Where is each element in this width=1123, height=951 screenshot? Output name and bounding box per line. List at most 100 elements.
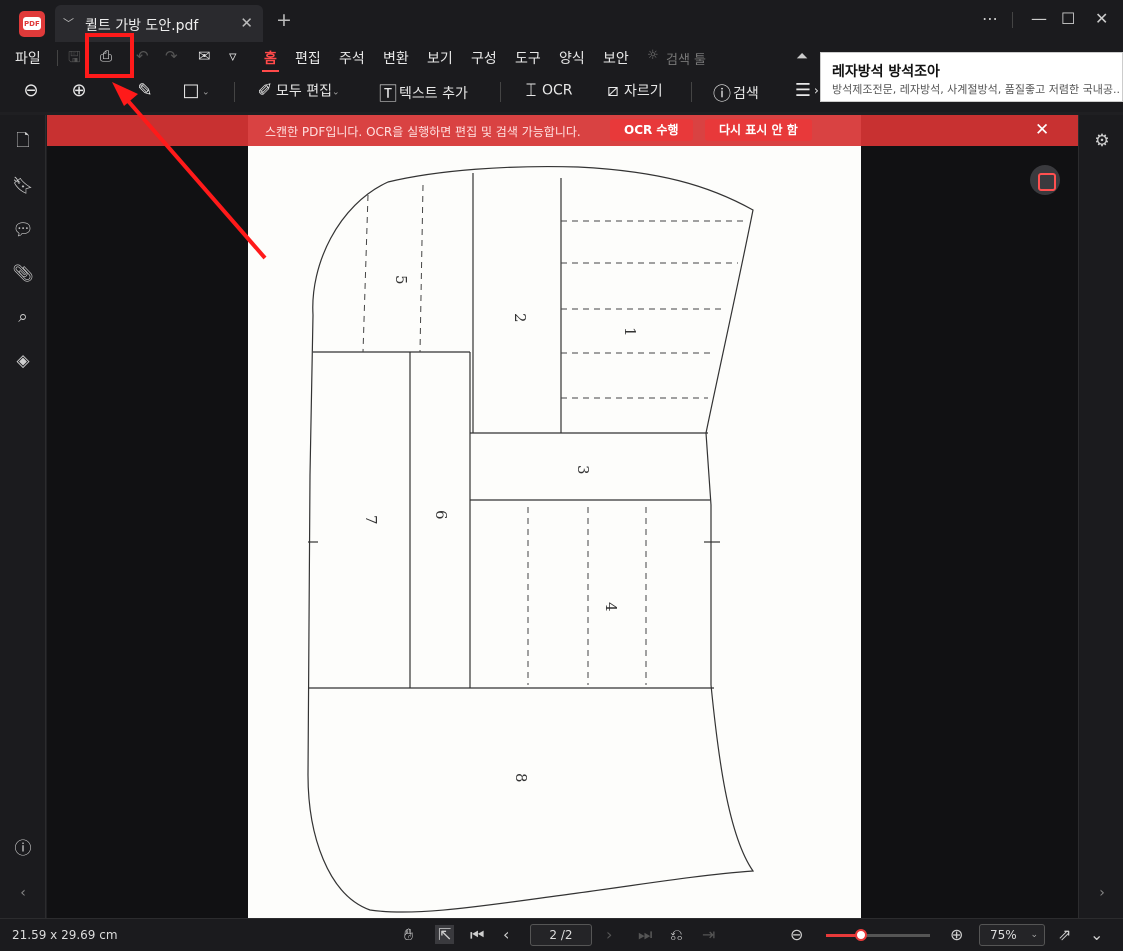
status-bar: 21.59 x 29.69 cm ✋︎ ⇱ ⏮︎ ‹ 2 /2 › ⏭︎ ⎌ ⇥… (0, 918, 1123, 951)
menu-view[interactable]: 보기 (427, 48, 453, 68)
search-label: 검색 (733, 86, 759, 102)
search-panel-icon[interactable]: ⌕ (12, 306, 34, 328)
chevron-down-icon: ⌄ (202, 87, 210, 98)
highlighter-button[interactable]: ✎ (134, 80, 156, 101)
menu-edit[interactable]: 편집 (295, 48, 321, 68)
zoom-in-status-icon[interactable]: ⊕ (950, 925, 963, 944)
close-banner-icon[interactable]: ✕ (1035, 120, 1049, 140)
zoom-out-status-icon[interactable]: ⊖ (790, 925, 803, 944)
chevron-right-icon: › (814, 83, 819, 98)
ocr-label: OCR (542, 82, 573, 99)
collapse-ribbon-icon[interactable]: ⏶ (796, 47, 808, 65)
document-viewer[interactable]: 5 2 1 3 7 6 4 8 스캔한 PDF입니다. OCR을 실행하면 편집… (47, 115, 1078, 918)
piece-label: 7 (362, 515, 380, 525)
menu-organize[interactable]: 구성 (471, 48, 497, 68)
zoom-level-select[interactable]: 75% ⌄ (979, 924, 1045, 946)
page-number-input[interactable]: 2 /2 (530, 924, 592, 946)
ocr-icon: ⌶ (525, 80, 537, 101)
divider (57, 50, 58, 66)
crop-icon: ⧄ (607, 80, 619, 101)
menu-home[interactable]: 홈 (262, 48, 279, 72)
rectangle-button[interactable]: □ ⌄ (180, 80, 210, 101)
add-text-button[interactable]: 🅃 텍스트 추가 (377, 80, 468, 106)
divider (691, 82, 692, 102)
collapse-right-icon[interactable]: › (1091, 882, 1113, 904)
piece-label: 8 (512, 773, 530, 783)
more-options-icon[interactable]: ⋯ (982, 9, 998, 28)
select-tool-icon[interactable]: ⇱ (435, 925, 455, 944)
divider (500, 82, 501, 102)
save-icon[interactable]: 🖫 (68, 47, 81, 72)
next-page-icon[interactable]: › (606, 925, 612, 944)
undo-icon[interactable]: ↶ (136, 47, 149, 65)
chevron-down-icon[interactable]: ﹀ (63, 15, 74, 31)
page-size-readout: 21.59 x 29.69 cm (12, 928, 118, 942)
pdf-app-logo-icon: PDF (19, 11, 45, 37)
rectangle-icon: □ (182, 80, 200, 101)
help-icon[interactable]: ⓘ (12, 838, 34, 860)
ocr-banner-message: 스캔한 PDF입니다. OCR을 실행하면 편집 및 검색 가능합니다. (265, 125, 581, 139)
page-thumbnail-icon[interactable]: 🗋 (12, 130, 34, 152)
zoom-slider-knob[interactable] (855, 929, 868, 941)
collapse-left-icon[interactable]: ‹ (12, 882, 34, 904)
mail-icon[interactable]: ✉ (198, 47, 211, 65)
redo-icon[interactable]: ↷ (165, 47, 178, 65)
title-bar: PDF ﹀ 퀼트 가방 도안.pdf ✕ + ⋯ — ☐ ✕ (0, 0, 1123, 42)
floating-convert-icon[interactable] (1030, 165, 1060, 195)
comment-icon[interactable]: 💬︎ (12, 219, 34, 241)
search-button[interactable]: ⓘ 검색 (711, 80, 759, 106)
hand-tool-icon[interactable]: ✋︎ (404, 925, 413, 945)
dont-show-again-button[interactable]: 다시 표시 안 함 (705, 119, 812, 141)
tab-title: 퀼트 가방 도안.pdf (85, 18, 199, 34)
last-page-icon[interactable]: ⏭︎ (638, 925, 652, 945)
piece-label: 5 (392, 275, 410, 285)
menu-security[interactable]: 보안 (603, 48, 629, 68)
search-icon: ⓘ (713, 84, 731, 105)
go-back-icon[interactable]: ⎌ (670, 925, 683, 945)
dashed-line (362, 194, 369, 353)
tool-search-hint[interactable]: 검색 툴 (666, 49, 706, 68)
menu-file[interactable]: 파일 (15, 48, 41, 68)
annotation-highlight-box (85, 33, 134, 78)
crop-label: 자르기 (624, 83, 663, 100)
pdf-page[interactable]: 5 2 1 3 7 6 4 8 (248, 115, 861, 918)
open-external-icon[interactable]: ⇗ (1058, 925, 1071, 944)
maximize-icon[interactable]: ☐ (1061, 9, 1075, 28)
highlighter-icon: ✎ (137, 80, 153, 101)
close-window-icon[interactable]: ✕ (1095, 9, 1108, 28)
zoom-out-button[interactable]: ⊖ (20, 80, 42, 101)
first-page-icon[interactable]: ⏮︎ (470, 925, 484, 945)
text-box-icon: 🅃 (379, 84, 397, 105)
tooltip-title: 레자방석 방석조아 (832, 64, 940, 80)
minimize-icon[interactable]: — (1031, 9, 1047, 28)
more-tools-button[interactable]: ☰ › (792, 80, 819, 101)
crop-button[interactable]: ⧄ 자르기 (602, 80, 663, 101)
lightbulb-icon: ☼ (647, 48, 659, 63)
scroll-down-icon[interactable]: ⌄ (1090, 925, 1103, 944)
bookmark-icon[interactable]: 🔖︎ (12, 175, 34, 197)
edit-icon: ✐ (257, 80, 273, 101)
outline-path (307, 165, 755, 913)
zoom-level-value: 75% (990, 928, 1017, 942)
attachment-icon[interactable]: 📎︎ (12, 263, 34, 285)
go-forward-icon[interactable]: ⇥ (702, 925, 715, 944)
piece-label: 2 (511, 313, 529, 323)
menu-tools[interactable]: 도구 (515, 48, 541, 68)
previous-page-icon[interactable]: ‹ (503, 925, 509, 944)
divider (1012, 12, 1013, 28)
zoom-in-button[interactable]: ⊕ (68, 80, 90, 101)
chevron-down-icon: ⌄ (331, 87, 340, 98)
properties-sliders-icon[interactable]: ⚙︎ (1091, 130, 1113, 152)
menu-forms[interactable]: 양식 (559, 48, 585, 68)
ocr-button[interactable]: ⌶ OCR (520, 80, 573, 101)
run-ocr-button[interactable]: OCR 수행 (610, 119, 693, 141)
edit-all-button[interactable]: ✐ 모두 편집⌄ (254, 80, 340, 101)
layers-icon[interactable]: ◈ (12, 350, 34, 372)
menu-comment[interactable]: 주석 (339, 48, 365, 68)
menu-convert[interactable]: 변환 (383, 48, 409, 68)
new-tab-icon[interactable]: + (276, 11, 292, 30)
dropdown-icon[interactable]: ▿ (229, 47, 237, 65)
close-tab-icon[interactable]: ✕ (240, 14, 253, 32)
zoom-slider[interactable] (826, 929, 930, 941)
suggestion-tooltip[interactable]: 레자방석 방석조아 방석제조전문, 레자방석, 사계절방석, 품질좋고 저렴한 … (820, 52, 1123, 102)
